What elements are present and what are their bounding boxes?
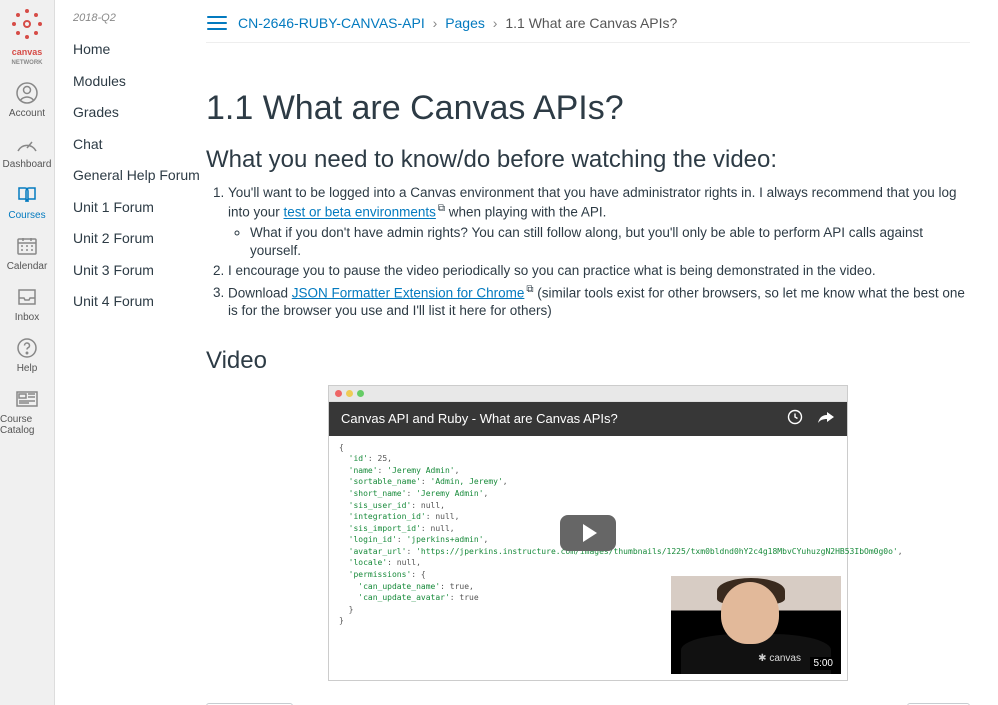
preamble-content: You'll want to be logged into a Canvas e… (206, 184, 970, 321)
nav-account[interactable]: Account (0, 74, 54, 125)
book-icon (14, 184, 40, 206)
nav-courses[interactable]: Courses (0, 176, 54, 227)
window-min-dot (346, 390, 353, 397)
course-sidebar: 2018-Q2 Home Modules Grades Chat General… (55, 0, 200, 705)
inbox-icon (14, 286, 40, 308)
user-circle-icon (14, 82, 40, 104)
catalog-icon (14, 388, 40, 410)
video-title: Canvas API and Ruby - What are Canvas AP… (341, 411, 618, 426)
video-heading: Video (206, 347, 970, 375)
sidebar-item-general-help[interactable]: General Help Forum (73, 160, 200, 192)
sidebar-item-unit3[interactable]: Unit 3 Forum (73, 255, 200, 287)
nav-inbox[interactable]: Inbox (0, 278, 54, 329)
video-duration: 5:00 (810, 657, 837, 670)
crumb-current: 1.1 What are Canvas APIs? (505, 15, 677, 31)
canvas-logo (7, 4, 47, 44)
video-embed[interactable]: Canvas API and Ruby - What are Canvas AP… (328, 385, 848, 681)
crumb-course[interactable]: CN-2646-RUBY-CANVAS-API (238, 15, 425, 31)
help-icon (14, 337, 40, 359)
course-nav-list: Home Modules Grades Chat General Help Fo… (73, 34, 200, 318)
sidebar-item-modules[interactable]: Modules (73, 66, 200, 98)
list-subitem: What if you don't have admin rights? You… (250, 224, 970, 260)
course-term: 2018-Q2 (73, 12, 200, 24)
speedometer-icon (14, 133, 40, 155)
link-test-beta-env[interactable]: test or beta environments (284, 205, 436, 220)
nav-dashboard[interactable]: Dashboard (0, 125, 54, 176)
external-link-icon: ⧉ (438, 203, 445, 214)
breadcrumb: CN-2646-RUBY-CANVAS-API › Pages › 1.1 Wh… (238, 15, 677, 31)
share-icon[interactable] (817, 410, 835, 427)
sidebar-item-unit1[interactable]: Unit 1 Forum (73, 192, 200, 224)
nav-help[interactable]: Help (0, 329, 54, 380)
main-content: CN-2646-RUBY-CANVAS-API › Pages › 1.1 Wh… (200, 0, 998, 705)
sidebar-item-unit2[interactable]: Unit 2 Forum (73, 223, 200, 255)
sidebar-item-chat[interactable]: Chat (73, 129, 200, 161)
sidebar-item-unit4[interactable]: Unit 4 Forum (73, 286, 200, 318)
sidebar-item-grades[interactable]: Grades (73, 97, 200, 129)
crumb-pages[interactable]: Pages (445, 15, 485, 31)
watch-later-icon[interactable] (787, 409, 803, 428)
video-presenter-pip: canvas 5:00 (671, 576, 841, 674)
play-button-icon[interactable] (560, 515, 616, 551)
browser-chrome (329, 386, 847, 402)
top-bar: CN-2646-RUBY-CANVAS-API › Pages › 1.1 Wh… (206, 0, 970, 43)
sidebar-item-home[interactable]: Home (73, 34, 200, 66)
link-json-formatter[interactable]: JSON Formatter Extension for Chrome (292, 285, 525, 300)
calendar-icon (14, 235, 40, 257)
list-item: Download JSON Formatter Extension for Ch… (228, 283, 970, 321)
nav-calendar[interactable]: Calendar (0, 227, 54, 278)
page-title: 1.1 What are Canvas APIs? (206, 89, 970, 128)
video-title-bar: Canvas API and Ruby - What are Canvas AP… (329, 402, 847, 436)
list-item: I encourage you to pause the video perio… (228, 262, 970, 280)
preamble-heading: What you need to know/do before watching… (206, 146, 970, 174)
window-close-dot (335, 390, 342, 397)
nav-catalog[interactable]: Course Catalog (0, 380, 54, 442)
external-link-icon: ⧉ (526, 284, 533, 295)
list-item: You'll want to be logged into a Canvas e… (228, 184, 970, 260)
window-max-dot (357, 390, 364, 397)
canvas-shirt-logo: canvas (758, 653, 801, 664)
logo-text: canvasNETWORK (12, 48, 43, 66)
hamburger-icon[interactable] (206, 14, 228, 32)
global-nav: canvasNETWORK Account Dashboard Courses … (0, 0, 55, 705)
